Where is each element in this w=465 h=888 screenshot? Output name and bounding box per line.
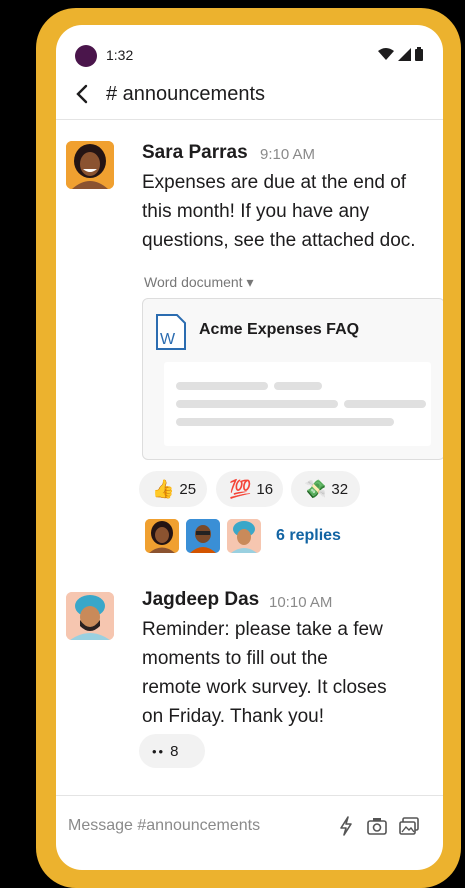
reaction-eyes[interactable]: •• 8 [139, 734, 205, 768]
attachment-type-toggle[interactable]: Word document ▾ [144, 274, 253, 291]
app-indicator-dot [75, 45, 97, 67]
message-time: 9:10 AM [260, 146, 316, 163]
message-composer[interactable]: Message #announcements [56, 795, 443, 870]
avatar-jagdeep[interactable] [66, 592, 114, 640]
sara-avatar-image [66, 141, 114, 189]
app-screen: 1:32 # announcements Sara Parras 9:10 AM… [56, 25, 443, 870]
message-input-placeholder[interactable]: Message #announcements [68, 817, 260, 835]
hundred-points-icon: 💯 [229, 478, 252, 499]
message-text: Expenses are due at the end of this mont… [142, 168, 416, 255]
preview-line [344, 400, 426, 408]
reaction-count: 32 [331, 480, 349, 498]
message-line: questions, see the attached doc. [142, 230, 416, 251]
reaction-count: 25 [179, 480, 197, 498]
reaction-count: 16 [256, 480, 274, 498]
back-arrow-icon[interactable] [70, 79, 94, 109]
preview-line [274, 382, 322, 390]
attachment-title[interactable]: Acme Expenses FAQ [199, 321, 359, 339]
message-time: 10:10 AM [269, 594, 333, 611]
avatar-sara[interactable] [66, 141, 114, 189]
message-line: remote work survey. It closes [142, 677, 387, 698]
reaction-thumbs-up[interactable]: 👍 25 [139, 471, 207, 507]
author-name[interactable]: Jagdeep Das [142, 589, 259, 611]
battery-icon [415, 47, 423, 61]
replies-link[interactable]: 6 replies [276, 527, 341, 545]
reply-avatar [227, 519, 261, 553]
attachment-card[interactable]: W Acme Expenses FAQ [142, 298, 443, 460]
reaction-money[interactable]: 💸 32 [291, 471, 360, 507]
replier-avatar-image [186, 519, 220, 553]
channel-title[interactable]: # announcements [106, 83, 265, 106]
eyes-icon: •• [152, 743, 166, 759]
reply-avatar [186, 519, 220, 553]
wifi-icon [378, 48, 394, 60]
status-time: 1:32 [106, 47, 134, 63]
money-with-wings-icon: 💸 [304, 478, 327, 499]
message-text: Reminder: please take a few moments to f… [142, 615, 387, 731]
reaction-hundred[interactable]: 💯 16 [216, 471, 283, 507]
replier-avatar-image [227, 519, 261, 553]
jagdeep-avatar-image [66, 592, 114, 640]
gallery-icon[interactable] [398, 815, 420, 837]
document-preview [164, 362, 431, 446]
shortcuts-lightning-icon[interactable] [335, 815, 357, 837]
reaction-count: 8 [170, 742, 179, 760]
preview-line [176, 400, 338, 408]
author-name[interactable]: Sara Parras [142, 142, 248, 164]
status-icons [378, 47, 423, 61]
word-document-icon: W [156, 314, 186, 350]
status-bar: 1:32 [56, 25, 443, 73]
replier-avatar-image [145, 519, 179, 553]
preview-line [176, 418, 394, 426]
thumbs-up-icon: 👍 [152, 478, 175, 499]
svg-text:W: W [160, 331, 176, 348]
message-line: Reminder: please take a few [142, 619, 383, 640]
signal-icon [398, 47, 411, 61]
reply-avatar [145, 519, 179, 553]
message-line: moments to fill out the [142, 648, 328, 669]
message-line: on Friday. Thank you! [142, 706, 325, 727]
message-line: this month! If you have any [142, 201, 370, 222]
phone-frame: 1:32 # announcements Sara Parras 9:10 AM… [36, 8, 461, 888]
preview-line [176, 382, 268, 390]
message-line: Expenses are due at the end of [142, 172, 407, 193]
channel-header: # announcements [56, 73, 443, 120]
camera-icon[interactable] [366, 815, 388, 837]
